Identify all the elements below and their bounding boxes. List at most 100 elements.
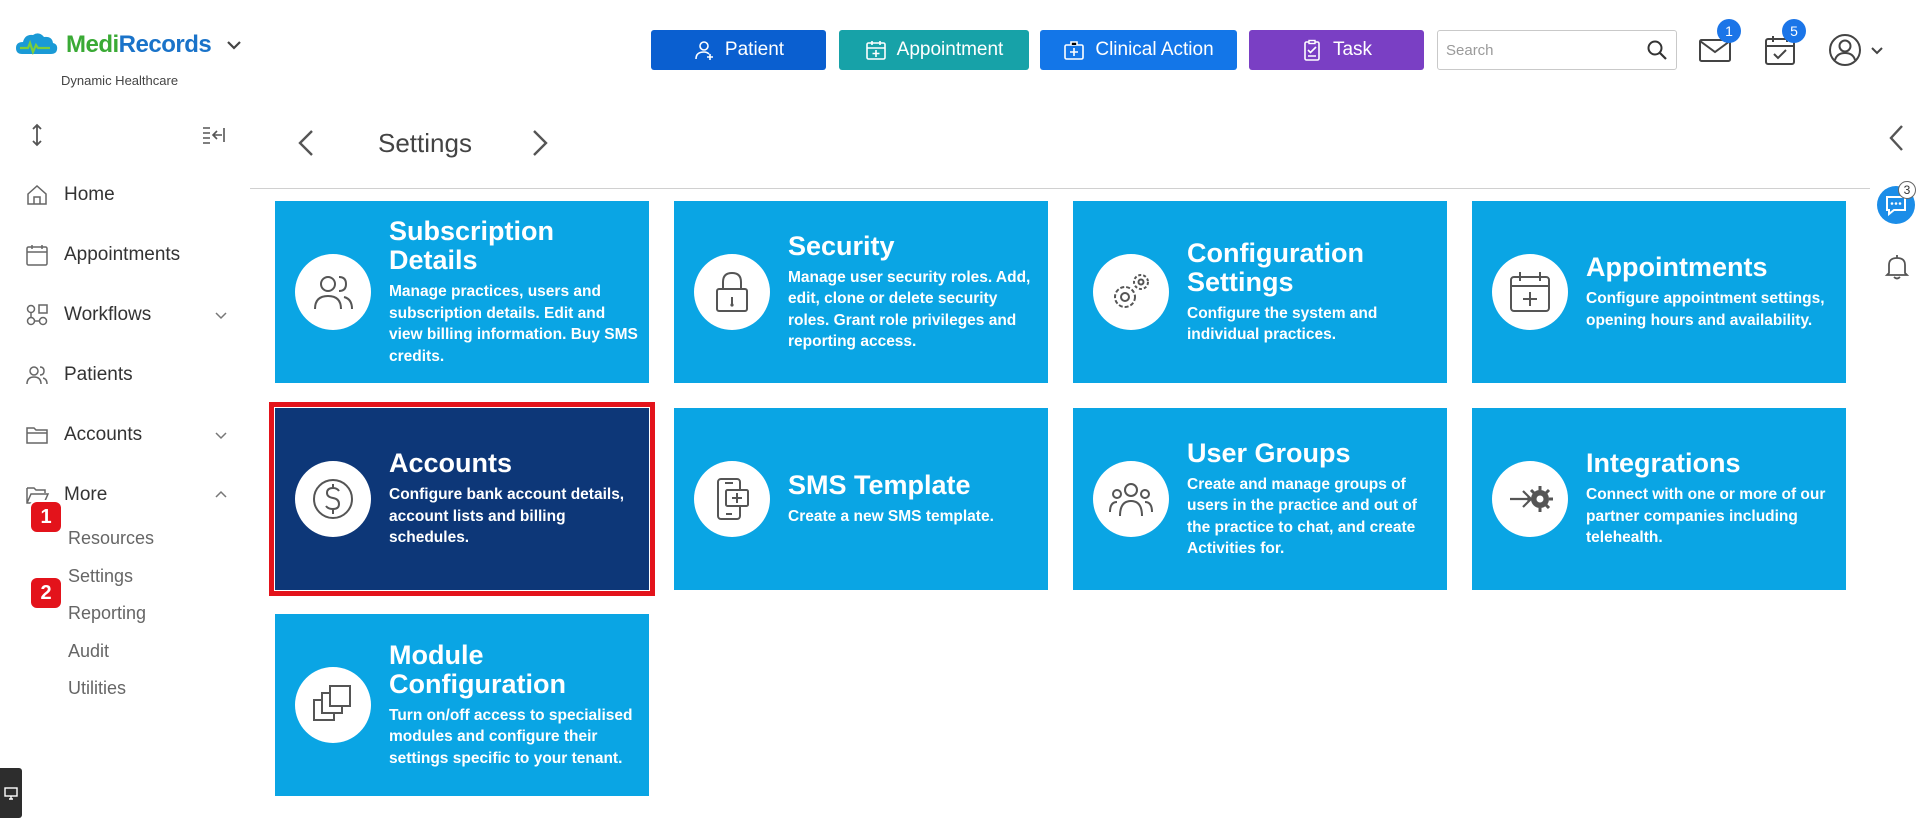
chevron-right-icon[interactable]	[522, 126, 556, 160]
tile-description: Manage practices, users and subscription…	[389, 283, 638, 365]
dollar-icon	[313, 479, 353, 519]
tile-module-configuration[interactable]: Module Configuration Turn on/off access …	[275, 614, 649, 796]
tile-integrations[interactable]: Integrations Connect with one or more of…	[1472, 408, 1846, 590]
user-avatar-icon	[1829, 34, 1861, 66]
sidebar-subitem-resources[interactable]: Resources	[68, 528, 154, 549]
tile-description: Turn on/off access to specialised module…	[389, 706, 633, 767]
chevron-up-icon	[215, 490, 227, 498]
tile-user-groups[interactable]: User Groups Create and manage groups of …	[1073, 408, 1447, 590]
tile-title: Accounts	[389, 448, 513, 479]
tile-security[interactable]: Security Manage user security roles. Add…	[674, 201, 1048, 383]
chevron-left-icon[interactable]	[1883, 122, 1911, 154]
tile-text: User Groups Create and manage groups of …	[1187, 408, 1441, 590]
tile-text: Appointments Configure appointment setti…	[1586, 201, 1840, 383]
chevron-down-icon[interactable]	[223, 34, 245, 56]
cloud-logo-icon	[16, 33, 58, 56]
tile-icon-circle	[295, 667, 371, 743]
sidebar-subitem-utilities[interactable]: Utilities	[68, 678, 126, 699]
tile-title: Integrations	[1586, 448, 1741, 479]
task-button-label: Task	[1332, 39, 1373, 60]
new-appointment-button[interactable]: Appointment	[839, 30, 1029, 70]
sidebar: Home Appointments Workflows Patients Acc…	[0, 110, 240, 810]
users-icon	[26, 366, 48, 385]
clinical-action-button-label: Clinical Action	[1095, 39, 1214, 60]
mobile-message-icon	[717, 478, 749, 520]
folder-icon	[26, 427, 48, 444]
sidebar-item-home[interactable]: Home	[24, 175, 229, 215]
calendar-add-icon	[865, 41, 886, 60]
search-input[interactable]	[1446, 41, 1646, 59]
patient-button-label: Patient	[724, 39, 785, 60]
sidebar-subitem-settings[interactable]: Settings	[68, 566, 133, 587]
sidebar-item-label: Patients	[64, 364, 133, 385]
sidebar-item-label: Workflows	[64, 304, 152, 325]
user-group-icon	[1109, 483, 1153, 517]
sidebar-item-accounts[interactable]: Accounts	[24, 415, 229, 455]
tile-title: SMS Template	[788, 469, 971, 500]
tile-subscription-details[interactable]: Subscription Details Manage practices, u…	[275, 201, 649, 383]
appointment-button-label: Appointment	[896, 39, 1004, 60]
search-box[interactable]	[1437, 30, 1677, 70]
sidebar-item-label: Home	[64, 184, 115, 205]
new-task-button[interactable]: Task	[1249, 30, 1424, 70]
brand-name: MediRecords	[66, 31, 212, 58]
add-user-icon	[695, 41, 713, 60]
sidebar-item-label: More	[64, 484, 108, 505]
tile-title: Configuration Settings	[1187, 237, 1364, 297]
tile-sms-template[interactable]: SMS Template Create a new SMS template.	[674, 408, 1048, 590]
messages-button[interactable]: 1	[1697, 19, 1741, 70]
breadcrumb: Settings	[290, 120, 590, 166]
tile-description: Configure appointment settings, opening …	[1586, 290, 1825, 329]
top-bar: MediRecords Dynamic Healthcare Patient A…	[0, 0, 1917, 100]
layers-icon	[313, 685, 351, 721]
tile-description: Configure the system and individual prac…	[1187, 304, 1378, 344]
resize-vertical-icon[interactable]	[24, 122, 50, 148]
brand-subtitle: Dynamic Healthcare	[61, 73, 179, 88]
tile-appointments[interactable]: Appointments Configure appointment setti…	[1472, 201, 1846, 383]
calendar-icon	[26, 245, 48, 266]
bell-icon[interactable]	[1884, 253, 1910, 281]
user-menu[interactable]	[1827, 32, 1887, 70]
home-icon	[27, 184, 47, 205]
clipboard-check-icon	[1304, 39, 1320, 61]
tile-icon-circle	[694, 461, 770, 537]
tile-title: Module Configuration	[389, 639, 566, 699]
screen-share-button[interactable]	[0, 768, 22, 818]
page-title: Settings	[378, 128, 472, 158]
tile-description: Configure bank account details, account …	[389, 486, 625, 547]
workflow-icon	[26, 304, 48, 326]
sidebar-tools	[24, 122, 226, 150]
sidebar-item-appointments[interactable]: Appointments	[24, 235, 229, 275]
tile-configuration-settings[interactable]: Configuration Settings Configure the sys…	[1073, 201, 1447, 383]
sidebar-item-workflows[interactable]: Workflows	[24, 295, 229, 335]
integration-gear-icon	[1510, 486, 1553, 512]
calendar-add-icon	[1510, 272, 1550, 312]
step-marker-2: 2	[31, 578, 61, 608]
chat-count-badge: 3	[1898, 181, 1916, 199]
clinical-action-button[interactable]: Clinical Action	[1040, 30, 1237, 70]
step-marker-1: 1	[31, 502, 61, 532]
mail-count-badge: 1	[1717, 19, 1741, 43]
app-logo[interactable]: MediRecords	[14, 30, 245, 60]
collapse-sidebar-icon[interactable]	[200, 122, 226, 148]
tile-description: Create and manage groups of users in the…	[1187, 475, 1417, 558]
tile-icon-circle	[1093, 254, 1169, 330]
tile-accounts[interactable]: Accounts Configure bank account details,…	[269, 402, 655, 596]
calendar-count-badge: 5	[1782, 19, 1806, 43]
tile-title: User Groups	[1187, 437, 1351, 468]
sidebar-subitem-reporting[interactable]: Reporting	[68, 603, 146, 624]
new-patient-button[interactable]: Patient	[651, 30, 826, 70]
tile-title: Subscription Details	[389, 216, 555, 275]
search-icon[interactable]	[1646, 39, 1668, 61]
sidebar-subitem-audit[interactable]: Audit	[68, 641, 109, 662]
tile-text: Security Manage user security roles. Add…	[788, 201, 1042, 383]
tile-text: Module Configuration Turn on/off access …	[389, 614, 643, 796]
medical-kit-icon	[1064, 41, 1085, 60]
tile-text: Subscription Details Manage practices, u…	[389, 201, 643, 383]
chevron-left-icon[interactable]	[290, 126, 324, 160]
sidebar-item-patients[interactable]: Patients	[24, 355, 229, 395]
tasks-calendar-button[interactable]: 5	[1762, 19, 1806, 70]
header-divider	[250, 188, 1870, 189]
sidebar-item-label: Appointments	[64, 244, 181, 265]
tile-text: SMS Template Create a new SMS template.	[788, 408, 1042, 590]
